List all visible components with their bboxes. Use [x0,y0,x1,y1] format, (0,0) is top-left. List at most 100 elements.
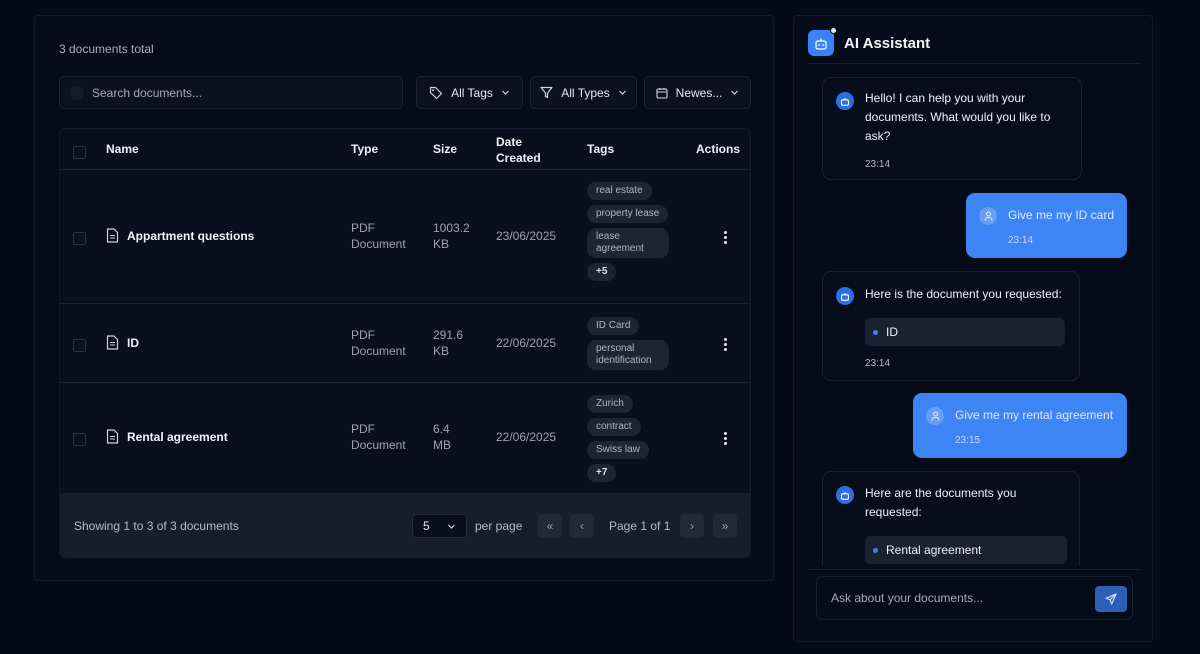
document-link-label: ID [886,324,898,339]
size-line2: KB [433,344,450,358]
column-date[interactable]: Date Created [496,134,541,166]
documents-panel: 3 documents total All Tags All Types New… [34,15,774,581]
previous-page-button[interactable]: ‹ [570,514,594,538]
table-header: Name Type Size Date Created Tags Actions [60,129,750,170]
tag-badge[interactable]: ID Card [587,317,640,335]
column-name[interactable]: Name [106,142,139,156]
chat-composer [816,576,1133,620]
message-time: 23:14 [1008,235,1034,246]
document-size: 6.4 MB [433,421,451,453]
types-filter-button[interactable]: All Types [530,76,637,109]
chevron-down-icon [618,90,626,95]
per-page-value: 5 [423,519,430,533]
tag-list: ID Card personal identification [587,317,669,370]
tag-badge[interactable]: real estate [587,182,652,200]
tag-icon [429,86,443,99]
size-line1: 6.4 [433,422,450,436]
type-line1: PDF [351,328,375,342]
bot-avatar-icon [836,92,854,110]
table-footer: Showing 1 to 3 of 3 documents 5 per page… [60,493,750,557]
search-input[interactable] [92,77,392,108]
bot-avatar-icon [836,287,854,305]
types-filter-label: All Types [561,85,610,100]
more-tags-badge[interactable]: +7 [587,464,617,482]
chevron-right-icon: › [690,519,694,533]
chevron-down-icon [501,90,509,95]
calendar-icon [656,87,668,99]
column-type[interactable]: Type [351,142,378,156]
first-page-button[interactable]: « [538,514,562,538]
tag-list: real estate property lease lease agreeme… [587,182,669,281]
tag-badge[interactable]: personal identification [587,340,669,370]
documents-table: Name Type Size Date Created Tags Actions… [59,128,751,558]
tag-badge[interactable]: Zurich [587,395,633,413]
message-time: 23:14 [865,358,891,369]
search-icon [70,86,84,100]
tag-badge[interactable]: Swiss law [587,441,649,459]
tags-filter-button[interactable]: All Tags [416,76,523,109]
header-divider [808,63,1140,64]
double-chevron-left-icon: « [546,519,554,533]
type-line2: Document [351,237,406,251]
message-text: Here is the document you requested: [865,287,1062,301]
tag-badge[interactable]: property lease [587,205,669,223]
per-page-select[interactable]: 5 [412,514,467,538]
size-line2: MB [433,438,451,452]
file-icon [106,429,119,444]
message-line: ask? [865,129,891,143]
column-size[interactable]: Size [433,142,457,156]
send-icon [1105,593,1117,605]
chat-input[interactable] [831,577,1086,619]
document-name-text: Appartment questions [127,228,255,243]
message-text: Hello! I can help you with your document… [865,89,1050,146]
file-icon [106,228,119,243]
select-all-checkbox[interactable] [73,146,86,159]
message-text: Give me my rental agreement [955,408,1114,422]
document-name[interactable]: Appartment questions [106,228,254,243]
search-box [59,76,403,109]
row-actions-menu-icon[interactable] [722,432,728,445]
row-actions-menu-icon[interactable] [722,338,728,351]
size-line1: 291.6 [433,328,464,342]
tag-badge[interactable]: lease agreement [587,228,669,258]
type-line2: Document [351,438,406,452]
type-line1: PDF [351,221,375,235]
per-page-label: per page [475,519,523,533]
message-line: documents. What would you like to [865,110,1051,124]
document-name-text: ID [127,335,139,350]
tags-filter-label: All Tags [451,85,493,100]
document-name[interactable]: Rental agreement [106,429,228,444]
size-line1: 1003.2 [433,221,470,235]
message-time: 23:14 [865,159,891,170]
chevron-down-icon [448,524,455,529]
document-size: 291.6 KB [433,327,463,359]
chat-history[interactable]: Hello! I can help you with your document… [794,71,1152,566]
page-info: Page 1 of 1 [609,519,671,533]
more-tags-badge[interactable]: +5 [587,263,617,281]
last-page-button[interactable]: » [713,514,737,538]
row-checkbox[interactable] [73,232,86,245]
row-checkbox[interactable] [73,339,86,352]
assistant-header: AI Assistant [808,27,930,56]
pagination-summary: Showing 1 to 3 of 3 documents [74,519,239,533]
document-name[interactable]: ID [106,335,139,350]
table-row[interactable]: ID PDF Document 291.6 KB 22/06/2025 ID Car… [60,304,750,383]
table-row[interactable]: Rental agreement PDF Document 6.4 MB 22/06… [60,383,750,493]
bullet-dot [873,547,878,553]
assistant-message: Hello! I can help you with your document… [822,77,1082,180]
ai-assistant-panel: AI Assistant Hello! I can help you with … [793,15,1153,642]
assistant-message: Here is the document you requested: ID 2… [822,271,1080,381]
row-checkbox[interactable] [73,433,86,446]
column-date-line2: Created [496,151,541,165]
next-page-button[interactable]: › [680,514,704,538]
document-link[interactable]: Rental agreement [865,536,1067,564]
row-actions-menu-icon[interactable] [722,231,728,244]
sort-button[interactable]: Newes... [644,76,751,109]
user-message: Give me my rental agreement 23:15 [913,393,1127,458]
message-line: requested: [865,505,922,519]
document-link[interactable]: ID [865,318,1065,346]
tag-badge[interactable]: contract [587,418,641,436]
composer-divider [808,569,1140,570]
table-row[interactable]: Appartment questions PDF Document 1003.2 K… [60,170,750,304]
send-button[interactable] [1095,586,1127,612]
